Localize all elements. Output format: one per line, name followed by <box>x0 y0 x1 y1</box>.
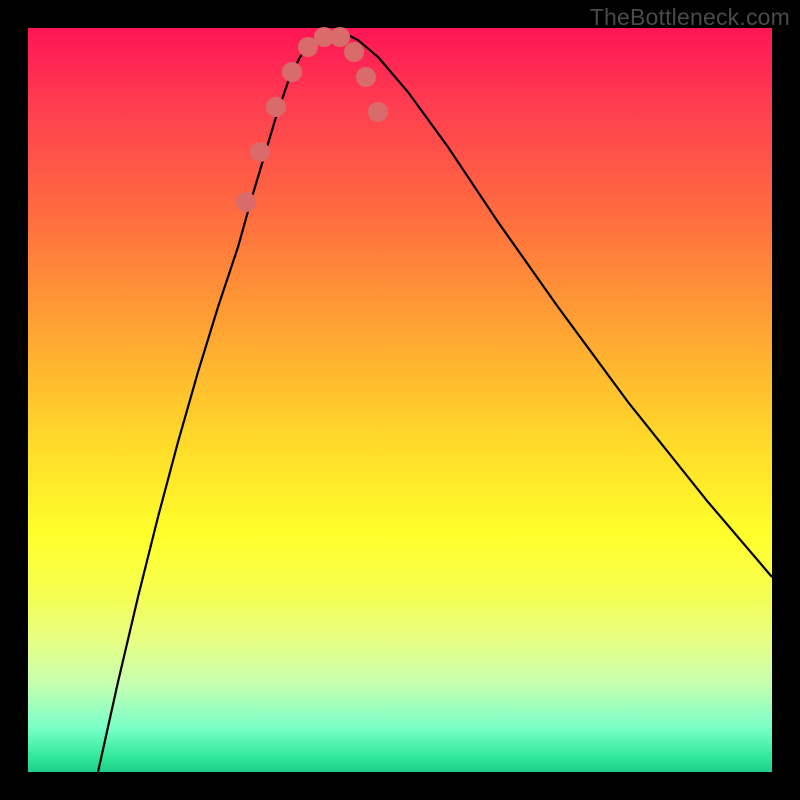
highlight-dot <box>330 27 350 47</box>
curve-svg <box>28 28 772 772</box>
chart-frame: TheBottleneck.com <box>0 0 800 800</box>
highlight-dot <box>282 62 302 82</box>
watermark-text: TheBottleneck.com <box>590 4 790 31</box>
bottleneck-curve <box>98 32 772 772</box>
highlight-dot <box>236 192 256 212</box>
highlight-dot <box>356 67 376 87</box>
highlight-dot <box>368 102 388 122</box>
highlight-markers <box>236 27 388 212</box>
highlight-dot <box>250 142 270 162</box>
plot-area <box>28 28 772 772</box>
highlight-dot <box>344 42 364 62</box>
highlight-dot <box>266 97 286 117</box>
